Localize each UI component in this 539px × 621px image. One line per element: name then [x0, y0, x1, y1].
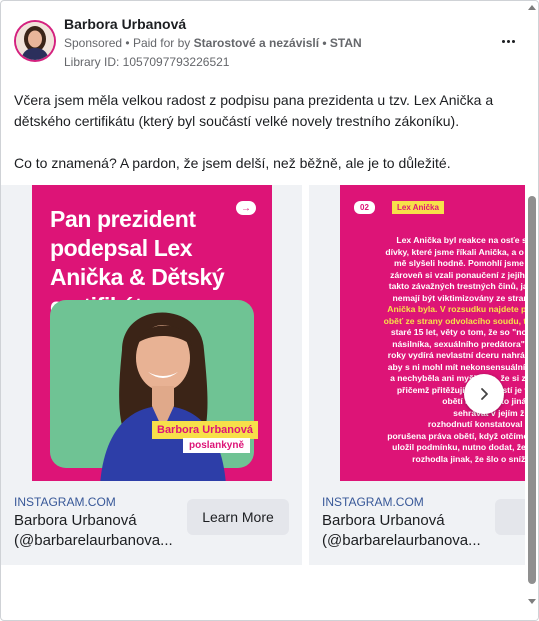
sponsored-label: Sponsored — [64, 36, 123, 50]
post-paragraph: Co to znamená? A pardon, že jsem delší, … — [14, 155, 451, 171]
scrollbar-thumb[interactable] — [528, 196, 536, 584]
poster-text-line: Anička byla. V rozsudku najdete přenášen… — [387, 304, 525, 314]
vertical-scrollbar[interactable] — [525, 1, 538, 620]
more-options-button[interactable] — [496, 31, 520, 51]
poster-text-line: zároveň si vzali ponaučení z jejího příp… — [390, 269, 525, 280]
post-body: Včera jsem měla velkou radost z podpisu … — [14, 90, 514, 174]
post-paragraph: Včera jsem měla velkou radost z podpisu … — [14, 92, 494, 129]
learn-more-button[interactable]: Learn More — [187, 499, 289, 535]
more-horizontal-icon — [501, 39, 505, 43]
poster-text-line: násilníka, sexuálního predátora" (takže … — [392, 338, 525, 349]
card-footer[interactable]: INSTAGRAM.COM Barbora Urbanová (@barbare… — [309, 481, 525, 565]
poster-text-line: mě slyšeli hodně. Pomohlí jsme jí (dekuj… — [393, 258, 525, 268]
card-domain: INSTAGRAM.COM — [14, 495, 116, 509]
poster: Pan prezident podepsal Lex Anička & Děts… — [32, 185, 272, 481]
paid-for-prefix: Paid for by — [132, 36, 191, 50]
page-name[interactable]: Barbora Urbanová — [64, 16, 186, 32]
card-title[interactable]: Barbora Urbanová (@barbarelaurbanova... — [14, 511, 182, 551]
poster-text-line: rozhodnutí konstatoval i soud, že — [427, 419, 525, 429]
poster-text-line: nemají být viktimizovány ze strany soudů… — [392, 292, 525, 303]
carousel-next-button[interactable] — [464, 374, 504, 414]
poster: 02 Lex Anička Lex Anička byl reakce na o… — [340, 185, 525, 481]
avatar-photo — [16, 22, 54, 60]
card-image[interactable]: 02 Lex Anička Lex Anička byl reakce na o… — [309, 185, 525, 481]
ad-post-card: Barbora Urbanová Sponsored • Paid for by… — [0, 0, 539, 621]
poster-text-line: staré 15 let, věty o tom, že so "nojedná… — [390, 327, 525, 337]
carousel[interactable]: Pan prezident podepsal Lex Anička & Děts… — [1, 185, 525, 565]
card-image[interactable]: Pan prezident podepsal Lex Anička & Děts… — [1, 185, 302, 481]
poster-text-line: Lex Anička byl reakce na osťe sledovaný — [396, 235, 525, 245]
carousel-card[interactable]: Pan prezident podepsal Lex Anička & Děts… — [1, 185, 302, 565]
name-tag: Barbora Urbanová — [152, 421, 258, 439]
poster-text-line: porušena práva obětí, když otčímovi za z… — [387, 430, 525, 441]
card-domain: INSTAGRAM.COM — [322, 495, 424, 509]
poster-text: Lex Anička byl reakce na osťe sledovaný … — [354, 235, 525, 465]
avatar[interactable] — [14, 20, 56, 62]
card-title[interactable]: Barbora Urbanová (@barbarelaurbanova... — [322, 511, 490, 551]
role-tag: poslankyně — [183, 438, 251, 453]
poster-text-line: oběť ze strany odvolacího soudu, toho ča… — [383, 315, 525, 326]
scroll-down-icon[interactable] — [528, 599, 536, 604]
poster-text-line: aby s ni mohl mít nekonsensuální sex, je… — [387, 361, 525, 372]
poster-text-line: dívky, které jsme říkali Anička, a o kte… — [385, 246, 525, 257]
scroll-up-icon[interactable] — [528, 5, 536, 10]
poster-text-line: uložil podmínku, nutno dodat, že první i… — [392, 442, 525, 452]
library-id: Library ID: 1057097793226521 — [64, 55, 230, 69]
slide-number: 02 — [354, 201, 375, 214]
learn-more-button[interactable]: Le — [495, 499, 525, 535]
poster-text-line: takto závažných trestných činů, jako je … — [388, 281, 525, 291]
sponsored-line: Sponsored • Paid for by Starostové a nez… — [64, 36, 362, 50]
poster-text-line: sehrávat v jejím životě, chy — [453, 407, 525, 418]
poster-text-line: roky vydírá nevlastní dceru nahrávkama a… — [387, 350, 525, 360]
arrow-right-icon: → — [236, 201, 256, 215]
poster-text-line: rozhodla jinak, že šlo o snížení trestn — [412, 453, 525, 464]
paid-for-by[interactable]: Starostové a nezávislí • STAN — [194, 36, 362, 50]
slide-label: Lex Anička — [392, 201, 444, 214]
chevron-right-icon — [481, 388, 488, 400]
card-footer[interactable]: INSTAGRAM.COM Barbora Urbanová (@barbare… — [1, 481, 302, 565]
